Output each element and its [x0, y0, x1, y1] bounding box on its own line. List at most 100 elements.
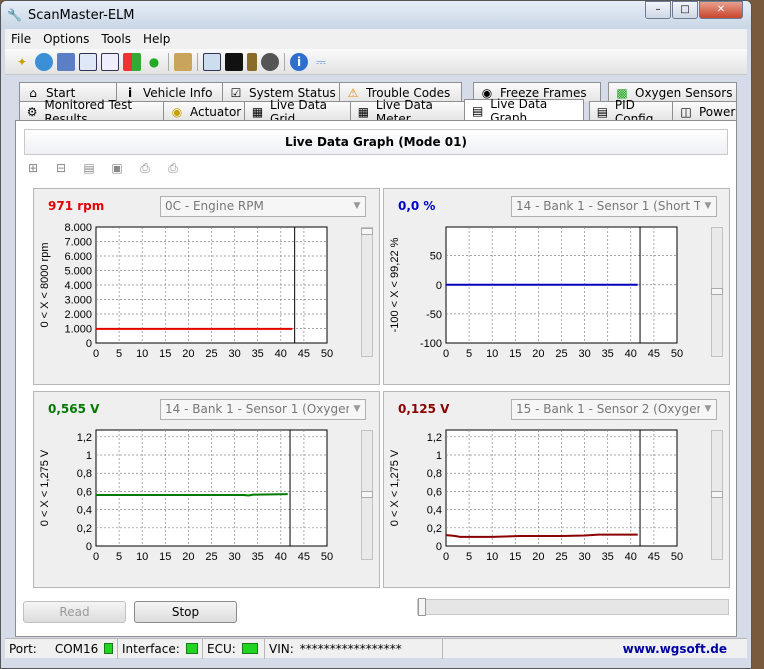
power-plug-icon[interactable]: ⎓	[312, 53, 330, 71]
x-tick-label: 50	[321, 551, 333, 563]
tab-live-data-graph[interactable]: ▤ Live Data Graph	[464, 97, 584, 125]
tab-monitored-test-results[interactable]: ⚙ Monitored Test Results	[19, 98, 164, 126]
tab-actuator[interactable]: ◉ Actuator	[163, 101, 245, 121]
x-tick-label: 20	[532, 551, 544, 563]
clipboard-icon[interactable]	[174, 52, 192, 71]
website-link[interactable]: www.wgsoft.de	[623, 642, 747, 656]
x-tick-label: 45	[648, 551, 660, 563]
y-tick-label: 5.000	[64, 266, 92, 278]
tab-pid-config[interactable]: ▤ PID Config	[589, 98, 673, 126]
y-tick-label: 1	[86, 450, 92, 462]
remove-graph-icon[interactable]: ⊟	[52, 159, 70, 177]
x-tick-label: 40	[625, 348, 637, 360]
y-tick-label: 0,6	[427, 486, 442, 498]
monitor-icon[interactable]	[203, 52, 221, 71]
y-tick-label: 0,6	[77, 486, 92, 498]
print-icon[interactable]: ⎙	[136, 159, 154, 177]
dashboard-icon[interactable]	[57, 52, 75, 71]
meter-icon: ▦	[357, 104, 370, 119]
open-icon[interactable]: ▤	[80, 159, 98, 177]
x-tick-label: 30	[578, 348, 590, 360]
x-tick-label: 20	[182, 348, 194, 360]
terminal-icon[interactable]	[225, 52, 243, 71]
chart-panel-o2-sensor-2: 0,125 V15 - Bank 1 - Sensor 2 (Oxygen Se…	[383, 391, 730, 588]
x-tick-label: 10	[486, 348, 498, 360]
connect-icon[interactable]: ✦	[13, 53, 31, 71]
tab-power[interactable]: ◫ Power	[672, 101, 737, 121]
grid-icon[interactable]	[79, 52, 97, 71]
document-icon: ▤	[596, 104, 609, 119]
port-value: COM16	[54, 641, 99, 656]
chart-panel-o2-sensor-1: 0,565 V14 - Bank 1 - Sensor 1 (Oxygen Se…	[33, 391, 380, 588]
stop-button[interactable]: Stop	[134, 601, 237, 623]
x-tick-label: 15	[159, 348, 171, 360]
globe-icon[interactable]	[35, 52, 53, 71]
x-tick-label: 10	[136, 551, 148, 563]
x-tick-label: 0	[443, 348, 449, 360]
x-tick-label: 40	[275, 551, 287, 563]
x-tick-label: 5	[116, 348, 122, 360]
x-tick-label: 5	[466, 348, 472, 360]
y-axis-label: 0 < X < 8000 rpm	[39, 243, 51, 328]
print-preview-icon[interactable]: ⎙	[164, 159, 182, 177]
save-icon[interactable]: ▣	[108, 159, 126, 177]
y-tick-label: 0	[86, 541, 92, 553]
x-tick-label: 15	[509, 348, 521, 360]
line-chart: 0 5 10 15 20 25 30 35 40 45 50 50 0 -50 -100 -100 < X <…	[389, 226, 683, 360]
vin-label: VIN:	[269, 641, 294, 656]
x-tick-label: 20	[182, 551, 194, 563]
maximize-button[interactable]: □	[672, 1, 698, 19]
app-window: 🔧 ScanMaster-ELM – □ ✕ File Options Tool…	[0, 0, 752, 669]
main-toolbar: ✦ ● i ⎓	[5, 49, 747, 75]
menu-help[interactable]: Help	[137, 32, 176, 46]
add-graph-icon[interactable]: ⊞	[24, 159, 42, 177]
ecu-status-led	[241, 643, 258, 654]
y-tick-label: 1,2	[77, 432, 92, 444]
x-tick-label: 15	[159, 551, 171, 563]
menu-tools[interactable]: Tools	[95, 32, 137, 46]
line-chart: 0 5 10 15 20 25 30 35 40 45 50 1,2 1 0,8 0,6 0,4 0,2 0 0 <…	[39, 429, 333, 563]
port-label: Port:	[9, 641, 37, 656]
y-tick-label: 2.000	[64, 309, 92, 321]
x-tick-label: 25	[205, 348, 217, 360]
y-tick-label: 0,2	[77, 523, 92, 535]
actuator-icon: ◉	[171, 104, 183, 119]
y-tick-label: -50	[426, 309, 442, 321]
x-tick-label: 30	[578, 551, 590, 563]
y-tick-label: 0	[436, 280, 442, 292]
y-tick-label: 50	[430, 251, 442, 263]
y-tick-label: 0,4	[77, 505, 92, 517]
x-tick-label: 30	[228, 551, 240, 563]
menu-options[interactable]: Options	[37, 32, 95, 46]
windows-icon[interactable]	[123, 52, 141, 71]
y-tick-label: 4.000	[64, 280, 92, 292]
playback-slider[interactable]	[417, 598, 729, 616]
menu-file[interactable]: File	[5, 32, 37, 46]
traffic-light-icon[interactable]: ●	[145, 53, 163, 71]
x-tick-label: 20	[532, 348, 544, 360]
title-bar: 🔧 ScanMaster-ELM – □ ✕	[1, 1, 751, 29]
read-button[interactable]: Read	[23, 601, 126, 623]
interface-label: Interface:	[122, 641, 180, 656]
x-tick-label: 25	[555, 348, 567, 360]
chart-icon[interactable]	[101, 52, 119, 71]
y-tick-label: -100	[420, 338, 442, 350]
x-tick-label: 30	[228, 348, 240, 360]
close-button[interactable]: ✕	[699, 1, 743, 19]
status-bar: Port: COM16 Interface: ECU: VIN: *******…	[5, 638, 747, 659]
gauge-icon[interactable]	[261, 52, 279, 71]
app-icon: 🔧	[7, 8, 22, 22]
slider-thumb[interactable]	[418, 598, 426, 616]
tab-live-data-grid[interactable]: ▦ Live Data Grid	[244, 98, 351, 126]
battery-icon[interactable]	[247, 52, 257, 71]
window-title: ScanMaster-ELM	[27, 7, 135, 23]
x-tick-label: 5	[116, 551, 122, 563]
y-tick-label: 0,8	[427, 468, 442, 480]
tab-live-data-meter[interactable]: ▦ Live Data Meter	[350, 98, 465, 126]
x-tick-label: 40	[625, 551, 637, 563]
graph-toolbar: ⊞ ⊟ ▤ ▣ ⎙ ⎙	[24, 157, 186, 179]
info-icon[interactable]: i	[290, 52, 308, 71]
y-tick-label: 1	[436, 450, 442, 462]
minimize-button[interactable]: –	[645, 1, 671, 19]
x-tick-label: 35	[602, 551, 614, 563]
